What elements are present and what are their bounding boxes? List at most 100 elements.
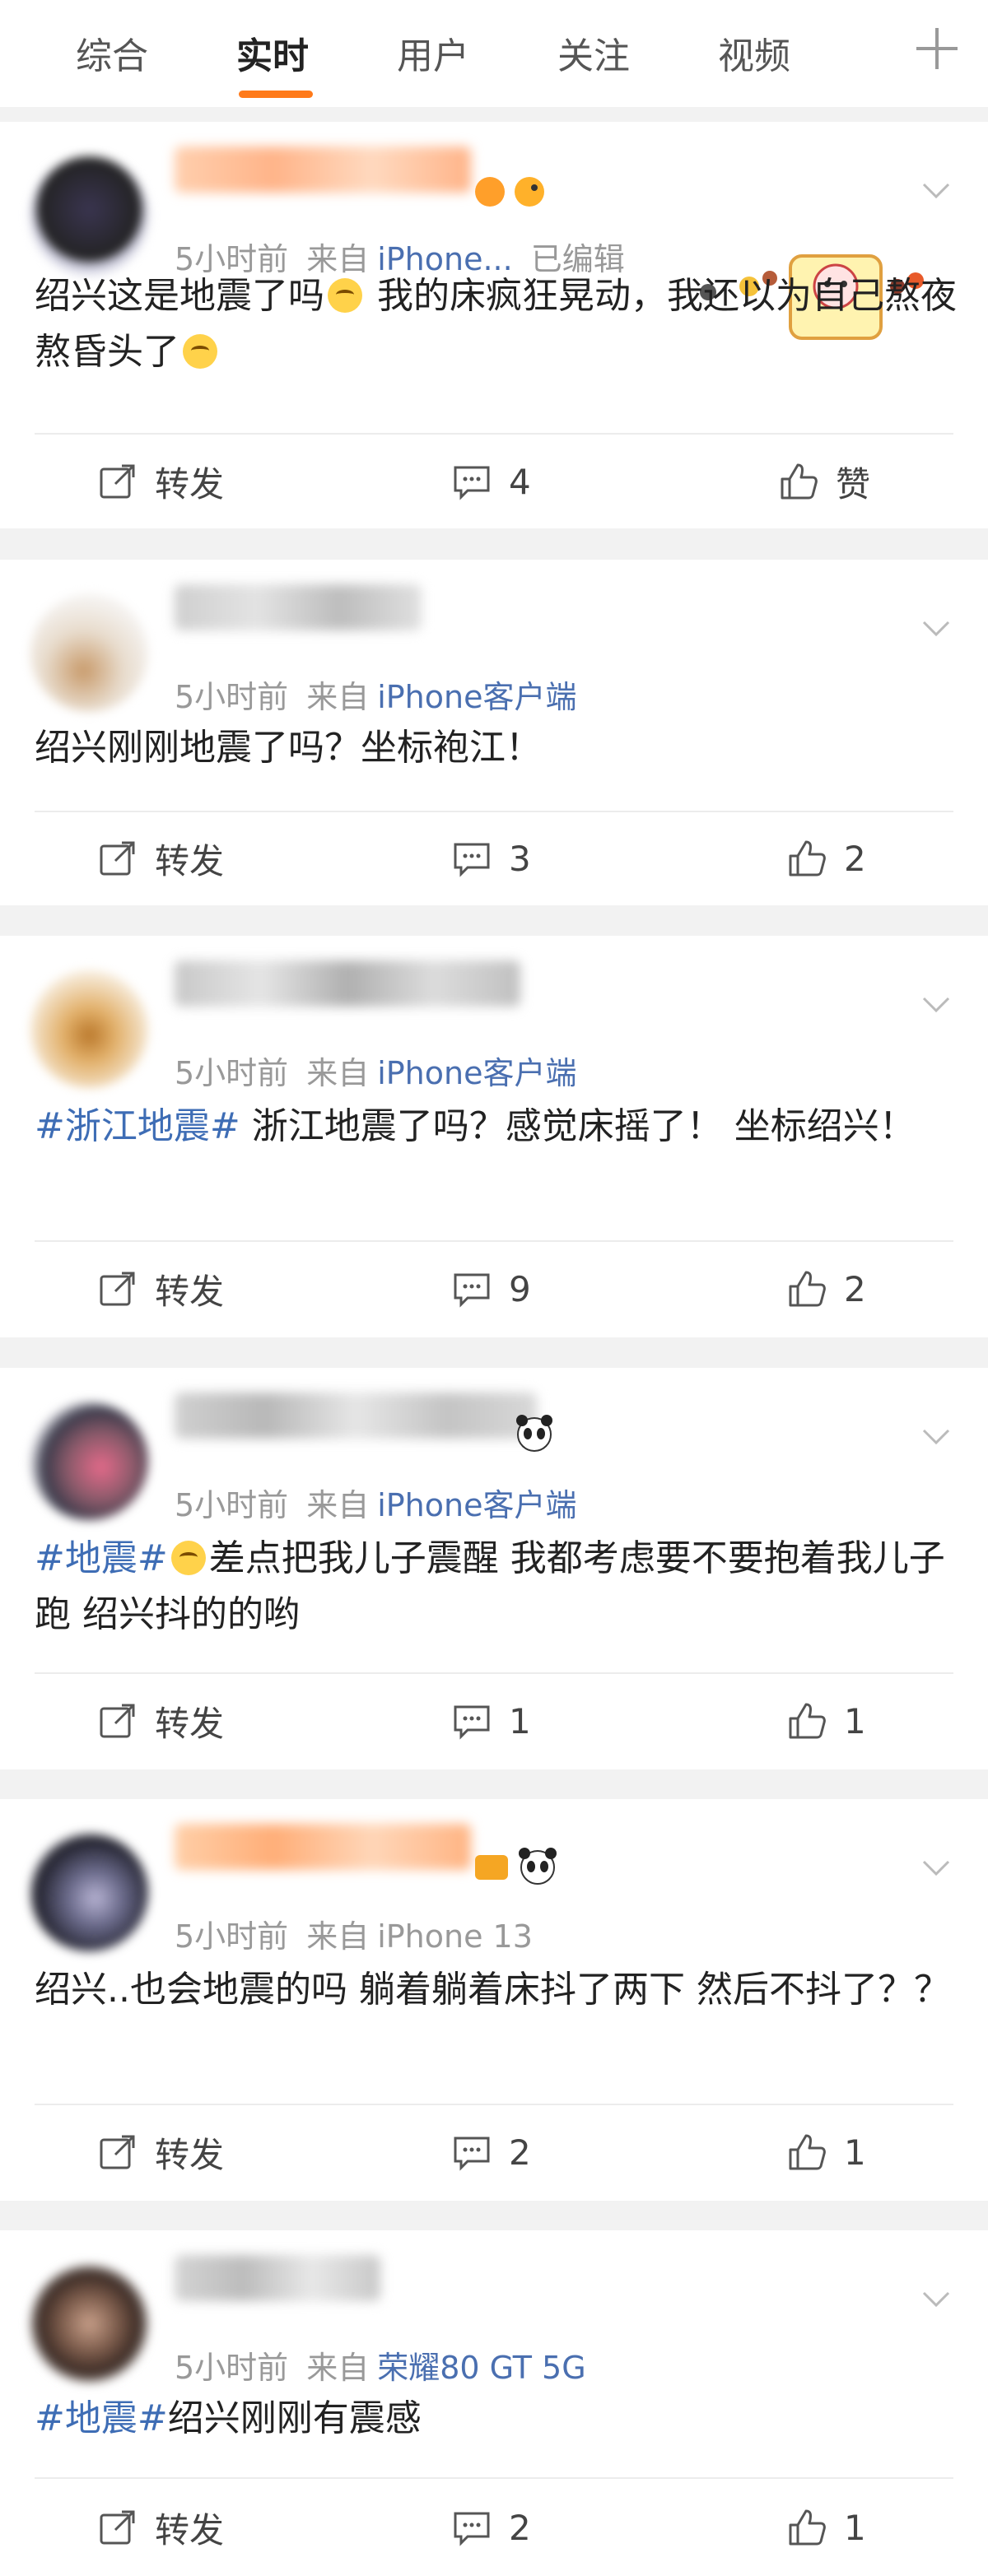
- post-meta: 5小时前 来自 iPhone客户端: [175, 672, 576, 717]
- post-text: #浙江地震# 浙江地震了吗？感觉床摇了！ 坐标绍兴！: [35, 1105, 916, 1147]
- like-button[interactable]: 2: [786, 821, 866, 895]
- comment-icon: [454, 2137, 490, 2171]
- post-card: 5小时前 来自 iPhone... 已编辑 绍兴这是地震了吗 我的床疯狂晃动，我还以为…: [0, 122, 988, 528]
- repost-button[interactable]: 转发: [97, 2115, 224, 2189]
- post-time: 5小时前: [175, 1055, 289, 1091]
- repost-button[interactable]: 转发: [97, 2490, 224, 2564]
- avatar[interactable]: [30, 2265, 148, 2383]
- username[interactable]: [175, 146, 471, 193]
- repost-icon: [100, 464, 135, 499]
- comment-count: 4: [509, 461, 531, 502]
- chevron-down-icon[interactable]: [919, 611, 953, 645]
- like-icon: [781, 463, 818, 500]
- post-text: 绍兴刚刚地震了吗？坐标袍江！: [35, 727, 542, 769]
- tab-comprehensive[interactable]: 综合: [76, 26, 148, 79]
- action-bar: 转发 3 2: [0, 821, 988, 895]
- username[interactable]: [175, 1824, 471, 1870]
- post-card: 5小时前 来自 iPhone客户端 绍兴刚刚地震了吗？坐标袍江！ 转发 3 2: [0, 560, 988, 905]
- like-count: 1: [844, 2507, 866, 2548]
- chevron-down-icon[interactable]: [919, 2281, 953, 2316]
- like-count: 1: [844, 1700, 866, 1741]
- like-count: 赞: [836, 463, 871, 505]
- comment-button[interactable]: 3: [451, 821, 531, 895]
- post-time: 5小时前: [175, 679, 289, 715]
- divider: [35, 1672, 953, 1674]
- chevron-down-icon[interactable]: [919, 987, 953, 1021]
- username[interactable]: [175, 2255, 380, 2301]
- comment-button[interactable]: 2: [451, 2490, 531, 2564]
- post-source[interactable]: iPhone客户端: [377, 1055, 576, 1091]
- comment-icon: [454, 843, 490, 877]
- badge-icon: [475, 1848, 557, 1885]
- like-button[interactable]: 1: [786, 2115, 866, 2189]
- plus-icon[interactable]: [916, 28, 958, 69]
- repost-button[interactable]: 转发: [97, 444, 224, 518]
- post-source[interactable]: iPhone 13: [377, 1918, 533, 1955]
- repost-button[interactable]: 转发: [97, 821, 224, 895]
- tab-video[interactable]: 视频: [718, 26, 790, 79]
- divider: [35, 1240, 953, 1242]
- action-bar: 转发 9 2: [0, 1252, 988, 1326]
- username[interactable]: [175, 1393, 537, 1439]
- post-source[interactable]: iPhone客户端: [377, 679, 576, 715]
- avatar[interactable]: [30, 1834, 148, 1951]
- like-icon: [789, 1271, 826, 1307]
- avatar[interactable]: [30, 594, 148, 712]
- comment-icon: [454, 1705, 490, 1740]
- active-tab-indicator: [239, 91, 313, 98]
- tab-following[interactable]: 关注: [557, 26, 630, 79]
- repost-label: 转发: [155, 1271, 225, 1312]
- repost-icon: [100, 2135, 135, 2169]
- post-text: #地震#绍兴刚刚有震感: [35, 2397, 422, 2439]
- avatar[interactable]: [30, 1402, 148, 1520]
- post-meta: 5小时前 来自 iPhone客户端: [175, 1048, 576, 1093]
- like-button[interactable]: 1: [786, 2490, 866, 2564]
- action-bar: 转发 2 1: [0, 2115, 988, 2189]
- divider: [35, 433, 953, 435]
- post-source[interactable]: iPhone客户端: [377, 1487, 576, 1523]
- hashtag-link[interactable]: #地震#: [35, 2397, 168, 2439]
- chevron-down-icon[interactable]: [919, 1850, 953, 1885]
- post-source[interactable]: 荣耀80 GT 5G: [377, 2350, 585, 2386]
- comment-icon: [454, 2512, 490, 2546]
- comment-count: 1: [509, 1700, 531, 1741]
- comment-button[interactable]: 1: [451, 1684, 531, 1758]
- like-icon: [789, 1703, 826, 1739]
- comment-button[interactable]: 2: [451, 2115, 531, 2189]
- like-icon: [789, 840, 826, 876]
- post-card: 5小时前 来自 iPhone客户端 #浙江地震# 浙江地震了吗？感觉床摇了！ 坐标绍…: [0, 936, 988, 1337]
- avatar[interactable]: [30, 156, 148, 274]
- username[interactable]: [175, 584, 422, 630]
- repost-button[interactable]: 转发: [97, 1684, 224, 1758]
- post-card: 5小时前 来自 荣耀80 GT 5G #地震#绍兴刚刚有震感 转发 2 1: [0, 2230, 988, 2576]
- tab-users[interactable]: 用户: [397, 26, 469, 79]
- badge-icon: [475, 177, 544, 207]
- repost-button[interactable]: 转发: [97, 1252, 224, 1326]
- repost-icon: [100, 841, 135, 876]
- post-card: 5小时前 来自 iPhone 13 绍兴..也会地震的吗 躺着躺着床抖了两下 然后不…: [0, 1799, 988, 2201]
- post-time: 5小时前: [175, 1487, 289, 1523]
- hashtag-link[interactable]: #浙江地震#: [35, 1105, 240, 1147]
- chevron-down-icon[interactable]: [919, 173, 953, 207]
- action-bar: 转发 1 1: [0, 1684, 988, 1758]
- repost-icon: [100, 1704, 135, 1738]
- post-text: 绍兴..也会地震的吗 躺着躺着床抖了两下 然后不抖了？？: [35, 1969, 950, 2011]
- comment-button[interactable]: 4: [451, 444, 531, 518]
- username[interactable]: [175, 960, 520, 1007]
- comment-button[interactable]: 9: [451, 1252, 531, 1326]
- post-time: 5小时前: [175, 1918, 289, 1955]
- emoji-icon: [328, 278, 362, 313]
- post-meta: 5小时前 来自 荣耀80 GT 5G: [175, 2342, 586, 2388]
- hashtag-link[interactable]: #地震#: [35, 1537, 168, 1579]
- divider: [35, 2104, 953, 2105]
- avatar[interactable]: [30, 970, 148, 1088]
- like-button[interactable]: 1: [786, 1684, 866, 1758]
- post-meta: 5小时前 来自 iPhone 13: [175, 1911, 533, 1956]
- tab-realtime[interactable]: 实时: [236, 26, 309, 79]
- from-label: 来自: [306, 1918, 370, 1955]
- like-button[interactable]: 2: [786, 1252, 866, 1326]
- like-button[interactable]: 赞: [778, 444, 870, 518]
- repost-label: 转发: [155, 2509, 225, 2550]
- from-label: 来自: [306, 2350, 370, 2386]
- chevron-down-icon[interactable]: [919, 1419, 953, 1453]
